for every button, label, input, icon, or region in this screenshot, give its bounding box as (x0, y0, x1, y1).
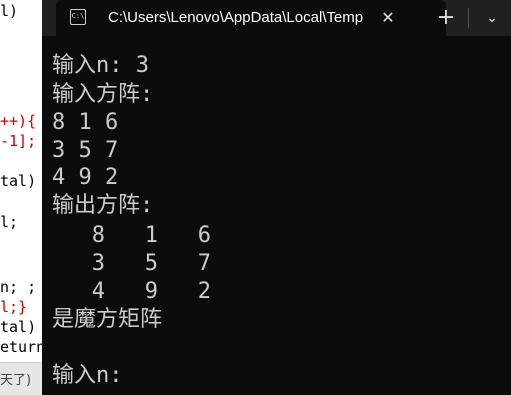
code-line: l; (0, 213, 19, 231)
tab-divider (468, 8, 469, 28)
editor-status-bar: 天了) (0, 362, 42, 395)
tab-title: C:\Users\Lenovo\AppData\Local\Temp (108, 9, 363, 26)
close-tab-icon[interactable]: ✕ (376, 6, 400, 30)
terminal-tab[interactable]: C:\ C:\Users\Lenovo\AppData\Local\Temp ✕ (56, 0, 446, 36)
status-text: 天了) (0, 373, 32, 388)
terminal-line: 3 5 7 (52, 251, 211, 276)
code-line: -1]; (0, 132, 37, 150)
code-line: n; ; (0, 278, 37, 296)
terminal-line: 8 1 6 (52, 223, 211, 248)
code-line: tal) (0, 172, 37, 190)
terminal-window[interactable]: C:\ C:\Users\Lenovo\AppData\Local\Temp ✕… (42, 0, 511, 395)
chevron-down-icon[interactable]: ⌄ (478, 5, 506, 31)
code-line: l) (0, 2, 19, 20)
terminal-line: 8 1 6 (52, 110, 119, 135)
terminal-line: 输入n: 3 (52, 53, 149, 78)
terminal-app-icon: C:\ (70, 9, 86, 25)
code-line: tal) (0, 318, 37, 336)
code-line: ++){ (0, 112, 37, 130)
code-line: eturn (0, 338, 42, 356)
terminal-line: 输出方阵: (52, 193, 154, 218)
terminal-line: 是魔方矩阵 (52, 307, 163, 332)
terminal-line: 3 5 7 (52, 138, 119, 163)
terminal-line: 输入方阵: (52, 82, 154, 107)
terminal-line: 4 9 2 (52, 279, 211, 304)
code-editor-background: l) ++){ -1]; tal) l; n; ; l;} tal) eturn… (0, 0, 42, 395)
code-line: l;} (0, 298, 28, 316)
terminal-line: 4 9 2 (52, 165, 119, 190)
terminal-prompt-line[interactable]: 输入n: (52, 362, 123, 389)
new-tab-button[interactable]: + (432, 5, 460, 31)
terminal-titlebar[interactable]: C:\ C:\Users\Lenovo\AppData\Local\Temp ✕… (42, 0, 511, 36)
